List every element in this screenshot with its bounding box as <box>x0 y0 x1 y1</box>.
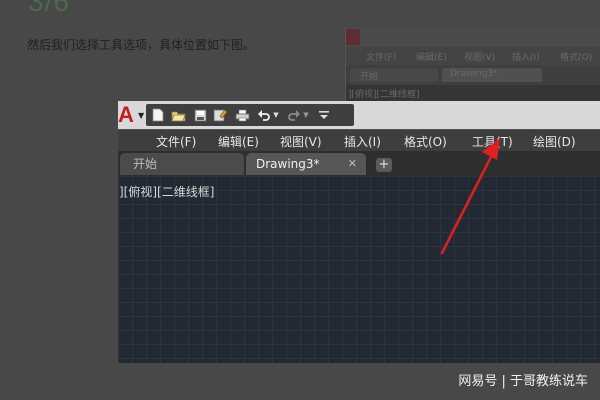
app-menu-dropdown-icon[interactable]: ▼ <box>138 111 144 120</box>
watermark: 网易号 | 于哥教练说车 <box>458 374 588 389</box>
menu-view[interactable]: 视图(V) <box>280 133 322 150</box>
customize-dropdown-icon[interactable] <box>316 107 332 123</box>
bg-toolbar <box>346 27 600 47</box>
menu-edit[interactable]: 编辑(E) <box>218 133 259 150</box>
save-icon[interactable] <box>192 107 208 123</box>
bg-menu-format: 格式(O) <box>560 53 593 63</box>
open-folder-icon[interactable] <box>170 107 186 123</box>
menu-draw[interactable]: 绘图(D) <box>533 133 576 150</box>
tab-drawing3-label: Drawing3* <box>256 157 320 171</box>
tab-start[interactable]: 开始 <box>120 153 244 175</box>
undo-dropdown-icon[interactable]: ▼ <box>272 107 280 123</box>
menu-bar: 文件(F) 编辑(E) 视图(V) 插入(I) 格式(O) 工具(T) 绘图(D… <box>118 129 600 152</box>
bg-menu-insert: 插入(I) <box>512 53 540 63</box>
menu-format[interactable]: 格式(O) <box>404 133 447 150</box>
drawing-canvas[interactable]: ][俯视][二维线框] <box>118 176 600 363</box>
bg-tab-bar: 开始 Drawing3* <box>346 65 600 85</box>
bg-tab-start: 开始 <box>350 68 438 82</box>
bg-menu-bar: 文件(F) 编辑(E) 视图(V) 插入(I) 格式(O) <box>346 47 600 65</box>
quick-access-strip: ▼ ▼ <box>146 104 354 126</box>
redo-icon[interactable] <box>286 107 302 123</box>
tab-drawing3[interactable]: Drawing3* ✕ <box>246 153 366 175</box>
bg-menu-view: 视图(V) <box>464 53 496 63</box>
autocad-window: A ▼ ▼ ▼ 文件(F) 编辑(E) 视图(V) 插入(I) 格式(O) 工具… <box>118 101 600 363</box>
viewport-controls-label[interactable]: ][俯视][二维线框] <box>119 183 214 200</box>
intro-text: 然后我们选择工具选项，具体位置如下图。 <box>27 38 256 52</box>
background-screenshot: 文件(F) 编辑(E) 视图(V) 插入(I) 格式(O) 开始 Drawing… <box>345 27 600 102</box>
print-icon[interactable] <box>234 107 250 123</box>
document-tab-bar: 开始 Drawing3* ✕ + <box>118 151 600 176</box>
new-file-icon[interactable] <box>150 107 166 123</box>
menu-insert[interactable]: 插入(I) <box>344 133 381 150</box>
menu-tools[interactable]: 工具(T) <box>472 133 513 150</box>
step-number: 3/6 <box>28 0 70 17</box>
quick-access-toolbar: A ▼ ▼ ▼ <box>118 101 600 130</box>
add-tab-button[interactable]: + <box>376 158 392 172</box>
save-as-icon[interactable] <box>212 107 228 123</box>
bg-canvas: ][俯视][二维线框] <box>346 85 600 102</box>
bg-tab-drawing: Drawing3* <box>442 68 542 82</box>
close-icon[interactable]: ✕ <box>348 153 357 175</box>
bg-menu-file: 文件(F) <box>366 53 397 63</box>
app-logo[interactable]: A <box>118 103 136 127</box>
redo-dropdown-icon[interactable]: ▼ <box>302 107 310 123</box>
tab-start-label: 开始 <box>133 157 158 171</box>
bg-viewport-label: ][俯视][二维线框] <box>348 90 420 100</box>
bg-logo <box>346 29 360 45</box>
menu-file[interactable]: 文件(F) <box>156 133 196 150</box>
bg-menu-edit: 编辑(E) <box>416 53 447 63</box>
undo-icon[interactable] <box>256 107 272 123</box>
